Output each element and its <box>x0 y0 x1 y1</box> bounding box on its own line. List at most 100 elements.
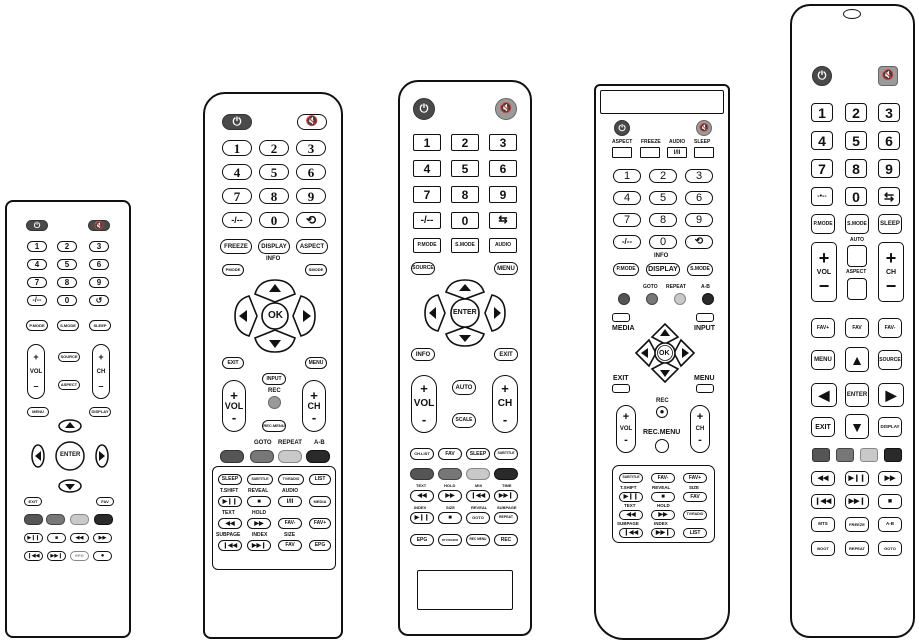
dash-button[interactable]: -•-- <box>811 187 833 206</box>
exit-button[interactable]: EXIT <box>24 497 42 506</box>
left-button[interactable]: ◀ <box>811 383 837 407</box>
red-button[interactable] <box>410 468 434 480</box>
ch-rocker[interactable]: + CH - <box>302 380 326 432</box>
sleep-button[interactable] <box>694 147 714 158</box>
boot-button[interactable]: BOOT <box>811 541 835 556</box>
rewind-button[interactable]: ◀◀ <box>218 518 242 529</box>
goto-button[interactable]: GOTO <box>878 541 902 556</box>
yellow-button[interactable] <box>860 448 878 462</box>
power-button[interactable]: ⏻ <box>614 120 630 136</box>
aspect-button[interactable] <box>612 147 632 158</box>
digit-button[interactable]: 2 <box>259 140 289 156</box>
digit-button[interactable]: 3 <box>489 134 517 151</box>
digit-button[interactable]: 4 <box>222 164 252 180</box>
vol-rocker[interactable]: + VOL − <box>811 242 837 302</box>
digit-button[interactable]: 3 <box>89 241 109 252</box>
digit-button[interactable]: 9 <box>296 188 326 204</box>
digit-button[interactable]: 0 <box>57 295 77 306</box>
sleep-button[interactable]: SLEEP <box>878 214 902 234</box>
dash-button[interactable]: -/-- <box>413 212 441 229</box>
sleep-button[interactable]: SLEEP <box>218 474 242 485</box>
audio-button[interactable]: AUDIO <box>489 238 517 253</box>
mts-button[interactable]: MTS <box>811 517 835 532</box>
exit-button[interactable]: EXIT <box>811 417 835 437</box>
vol-rocker[interactable]: + VOL - <box>411 375 437 433</box>
sleep-button[interactable]: SLEEP <box>89 320 111 331</box>
digit-button[interactable]: 5 <box>649 191 677 205</box>
play-pause-button[interactable]: ▶❙❙ <box>24 533 43 543</box>
digit-button[interactable]: 3 <box>685 169 713 183</box>
audio-button[interactable]: I/II <box>667 147 687 158</box>
freeze-button[interactable]: FREEZE <box>845 517 869 532</box>
digit-button[interactable]: 9 <box>685 213 713 227</box>
fav-button[interactable]: FAV <box>845 318 869 338</box>
mute-button[interactable]: 🔇 <box>696 120 712 136</box>
rewind-button[interactable]: ◀◀ <box>410 490 434 502</box>
up-button[interactable]: ▲ <box>845 347 869 372</box>
freeze-button[interactable]: FREEZE <box>220 239 252 254</box>
play-pause-button[interactable]: ▶❙❙ <box>410 512 434 524</box>
red-button[interactable] <box>220 450 244 463</box>
play-pause-button[interactable]: ▶❙❙ <box>619 492 643 502</box>
blue-button[interactable] <box>494 468 518 480</box>
pmode-button[interactable]: P.MODE <box>811 214 835 234</box>
enter-button[interactable]: ENTER <box>845 383 869 407</box>
digit-button[interactable]: 6 <box>489 160 517 177</box>
exit-button[interactable]: EXIT <box>222 357 244 369</box>
fav-button[interactable]: FAV <box>278 540 302 551</box>
subtitle-button[interactable]: SUBTITLE <box>619 473 643 483</box>
freeze-button[interactable] <box>640 147 660 158</box>
mute-button[interactable]: 🔇 <box>878 66 898 86</box>
digit-button[interactable]: 6 <box>89 259 109 270</box>
fast-forward-button[interactable]: ▶▶ <box>438 490 462 502</box>
digit-button[interactable]: 6 <box>878 131 900 150</box>
display-button[interactable]: DISPLAY <box>878 417 902 437</box>
red-button[interactable] <box>618 293 630 305</box>
input-button[interactable]: INPUT <box>262 373 286 385</box>
menu-button[interactable]: MENU <box>811 350 835 370</box>
ch-rocker[interactable]: + CH - <box>492 375 518 433</box>
swap-button[interactable]: ⇆ <box>489 212 517 229</box>
digit-button[interactable]: 9 <box>878 159 900 178</box>
digit-button[interactable]: 2 <box>451 134 479 151</box>
digit-button[interactable]: 9 <box>489 186 517 203</box>
fav-plus-button[interactable]: FAV+ <box>811 318 835 338</box>
digit-button[interactable]: 1 <box>613 169 641 183</box>
green-button[interactable] <box>250 450 274 463</box>
fav-plus-button[interactable]: FAV+ <box>683 473 707 483</box>
digit-button[interactable]: 7 <box>413 186 441 203</box>
epg-button[interactable]: EPG <box>410 534 434 546</box>
list-button[interactable]: LIST <box>683 528 707 538</box>
display-button[interactable]: DISPLAY <box>646 263 680 276</box>
digit-button[interactable]: 8 <box>451 186 479 203</box>
pmode-button[interactable]: PMODE <box>222 264 244 276</box>
ch-rocker[interactable]: + CH - <box>690 405 710 453</box>
smode-button[interactable]: S.MODE <box>451 238 479 253</box>
red-button[interactable] <box>812 448 830 462</box>
next-button[interactable]: ▶▶❙ <box>651 528 675 538</box>
mute-button[interactable]: 🔇 <box>495 98 517 120</box>
play-pause-button[interactable]: ▶❙❙ <box>218 496 242 507</box>
rec-menu-button[interactable]: REC.MENU <box>262 420 286 432</box>
digit-button[interactable]: 4 <box>27 259 47 270</box>
power-button[interactable]: ⏻ <box>413 98 435 120</box>
dash-button[interactable]: -/-- <box>613 235 641 249</box>
input-button[interactable] <box>696 313 714 322</box>
repeat-button[interactable]: REPEAT <box>845 541 869 556</box>
vol-rocker[interactable]: + VOL - <box>222 380 246 432</box>
rec-button[interactable]: REC <box>494 534 518 546</box>
stop-button[interactable]: ■ <box>47 533 66 543</box>
epg-button[interactable]: EPG <box>309 540 331 551</box>
power-button[interactable]: ⏻ <box>26 220 48 231</box>
digit-button[interactable]: 5 <box>845 131 867 150</box>
list-button[interactable]: LIST <box>309 474 331 485</box>
fast-forward-button[interactable]: ▶▶ <box>93 533 112 543</box>
fav-minus-button[interactable]: FAV- <box>278 518 302 529</box>
goto-button[interactable]: GOTO <box>466 512 490 524</box>
menu-button[interactable]: MENU <box>494 262 518 275</box>
display-button[interactable]: DISPLAY <box>258 239 290 254</box>
source-button[interactable]: SOURCE <box>411 262 435 275</box>
audio-button[interactable]: I/II <box>278 496 302 507</box>
rewind-button[interactable]: ◀◀ <box>70 533 89 543</box>
prev-button[interactable]: ❙◀◀ <box>811 494 835 509</box>
